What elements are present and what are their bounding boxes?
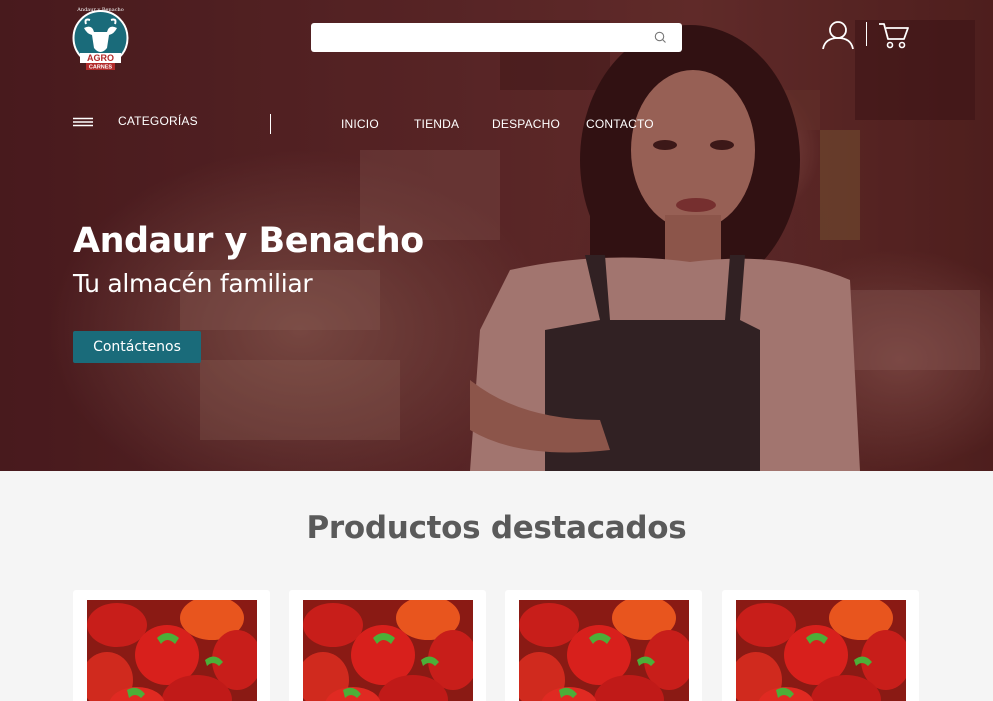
product-card[interactable]: [505, 590, 702, 701]
search-icon[interactable]: [654, 31, 667, 44]
user-icon[interactable]: [821, 20, 855, 50]
product-card[interactable]: [289, 590, 486, 701]
categories-menu[interactable]: CATEGORÍAS: [118, 114, 198, 128]
logo-top-text: Andaur y Benacho: [76, 7, 124, 13]
nav-link-contacto[interactable]: CONTACTO: [586, 117, 654, 131]
product-image-peppers[interactable]: [519, 600, 689, 701]
featured-products-title: Productos destacados: [306, 510, 687, 546]
header-divider: [866, 22, 867, 46]
logo-brand: AGRO: [87, 53, 114, 63]
product-image-peppers[interactable]: [87, 600, 257, 701]
product-image-peppers[interactable]: [303, 600, 473, 701]
nav-link-inicio[interactable]: INICIO: [341, 117, 379, 131]
product-card[interactable]: [73, 590, 270, 701]
cart-icon[interactable]: [878, 21, 910, 50]
product-card[interactable]: [722, 590, 919, 701]
hero-subtitle: Tu almacén familiar: [73, 269, 313, 298]
agro-carnes-logo[interactable]: AGRO CARNES Andaur y Benacho: [72, 4, 129, 71]
nav-link-despacho[interactable]: DESPACHO: [492, 117, 560, 131]
contact-button[interactable]: Contáctenos: [73, 331, 201, 363]
hero-banner: AGRO CARNES Andaur y Benacho CATEGORÍAS …: [0, 0, 993, 471]
hero-title: Andaur y Benacho: [73, 221, 424, 261]
logo-sub: CARNES: [89, 65, 113, 71]
product-image-peppers[interactable]: [736, 600, 906, 701]
hamburger-menu-icon[interactable]: [73, 117, 93, 127]
nav-link-tienda[interactable]: TIENDA: [414, 117, 459, 131]
nav-divider: [270, 114, 271, 134]
search-input[interactable]: [311, 23, 682, 52]
